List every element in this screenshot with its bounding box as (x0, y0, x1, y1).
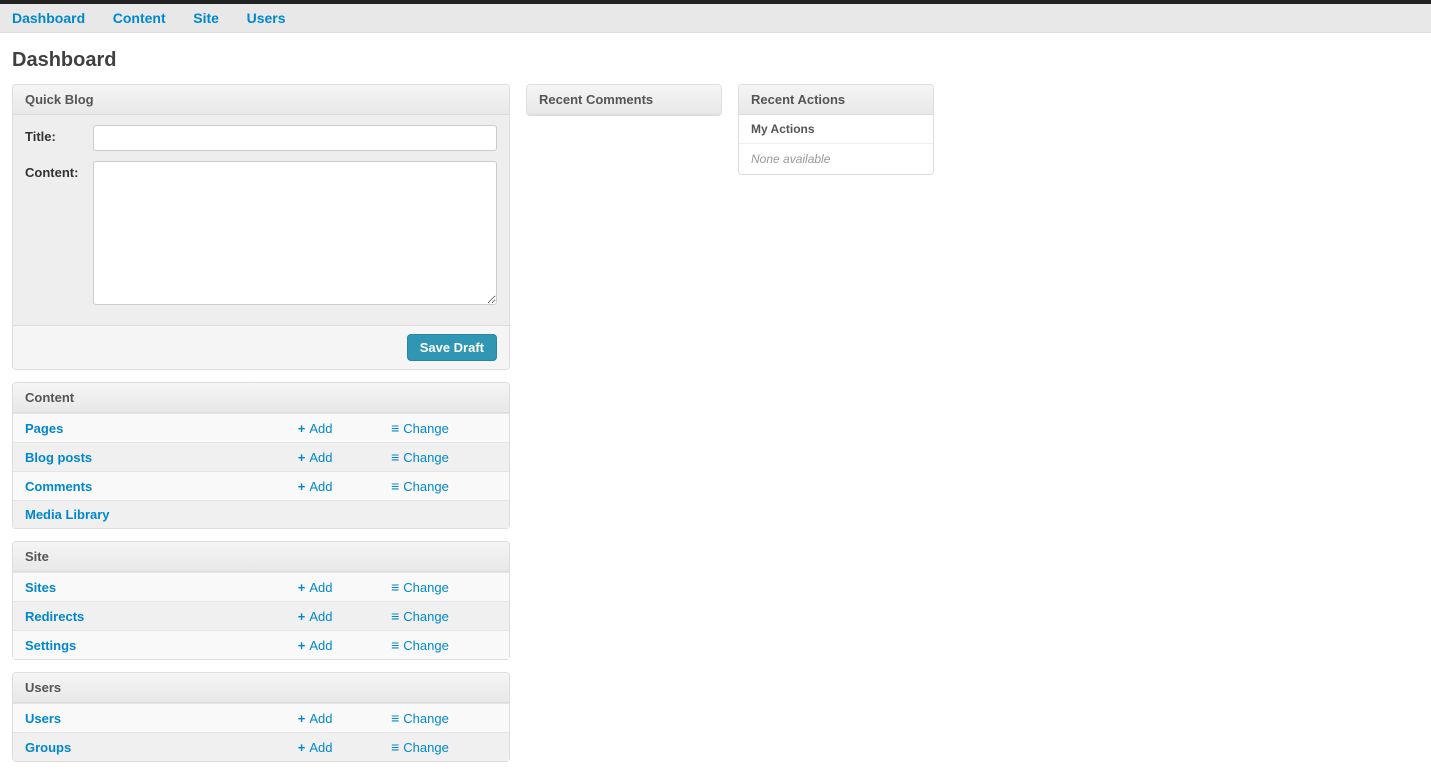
content-section-header: Content (13, 383, 509, 413)
add-comments[interactable]: Add (298, 479, 333, 494)
nav-dashboard[interactable]: Dashboard (12, 10, 85, 26)
save-draft-button[interactable]: Save Draft (407, 334, 497, 361)
add-groups[interactable]: Add (298, 740, 333, 755)
change-redirects[interactable]: Change (391, 609, 449, 624)
change-users[interactable]: Change (391, 711, 449, 726)
plus-icon (298, 421, 310, 436)
table-row: Settings Add Change (13, 631, 509, 660)
table-row: Pages Add Change (13, 414, 509, 443)
link-users[interactable]: Users (25, 711, 61, 726)
change-pages[interactable]: Change (391, 421, 449, 436)
none-available-text: None available (739, 144, 933, 174)
plus-icon (298, 740, 310, 755)
link-groups[interactable]: Groups (25, 740, 71, 755)
recent-comments-panel: Recent Comments (526, 84, 722, 116)
change-comments[interactable]: Change (391, 479, 449, 494)
plus-icon (298, 609, 310, 624)
site-section-panel: Site Sites Add Change Redirects Add Chan… (12, 541, 510, 660)
nav-site[interactable]: Site (193, 10, 219, 26)
add-sites[interactable]: Add (298, 580, 333, 595)
plus-icon (298, 450, 310, 465)
change-settings[interactable]: Change (391, 638, 449, 653)
link-media-library[interactable]: Media Library (25, 507, 110, 522)
list-icon (391, 740, 403, 755)
link-sites[interactable]: Sites (25, 580, 56, 595)
list-icon (391, 711, 403, 726)
my-actions-subheader: My Actions (739, 115, 933, 144)
content-label: Content: (25, 161, 93, 305)
users-section-panel: Users Users Add Change Groups Add Change (12, 672, 510, 762)
users-section-header: Users (13, 673, 509, 703)
list-icon (391, 638, 403, 653)
quick-blog-panel: Quick Blog Title: Content: Save Draft (12, 84, 510, 370)
plus-icon (298, 638, 310, 653)
table-row: Groups Add Change (13, 733, 509, 762)
nav-content[interactable]: Content (113, 10, 166, 26)
plus-icon (298, 479, 310, 494)
change-blog-posts[interactable]: Change (391, 450, 449, 465)
quick-blog-header: Quick Blog (13, 85, 509, 115)
content-textarea[interactable] (93, 161, 497, 305)
plus-icon (298, 711, 310, 726)
link-pages[interactable]: Pages (25, 421, 63, 436)
list-icon (391, 580, 403, 595)
list-icon (391, 479, 403, 494)
link-blog-posts[interactable]: Blog posts (25, 450, 92, 465)
table-row: Users Add Change (13, 704, 509, 733)
content-section-panel: Content Pages Add Change Blog posts Add … (12, 382, 510, 529)
list-icon (391, 450, 403, 465)
link-settings[interactable]: Settings (25, 638, 76, 653)
site-section-header: Site (13, 542, 509, 572)
nav-users[interactable]: Users (247, 10, 286, 26)
title-input[interactable] (93, 125, 497, 151)
list-icon (391, 609, 403, 624)
recent-actions-panel: Recent Actions My Actions None available (738, 84, 934, 175)
title-label: Title: (25, 125, 93, 151)
table-row: Sites Add Change (13, 573, 509, 602)
add-redirects[interactable]: Add (298, 609, 333, 624)
table-row: Media Library (13, 501, 509, 529)
add-blog-posts[interactable]: Add (298, 450, 333, 465)
table-row: Blog posts Add Change (13, 443, 509, 472)
table-row: Redirects Add Change (13, 602, 509, 631)
recent-comments-header: Recent Comments (527, 85, 721, 115)
link-comments[interactable]: Comments (25, 479, 92, 494)
change-sites[interactable]: Change (391, 580, 449, 595)
add-settings[interactable]: Add (298, 638, 333, 653)
add-pages[interactable]: Add (298, 421, 333, 436)
link-redirects[interactable]: Redirects (25, 609, 84, 624)
change-groups[interactable]: Change (391, 740, 449, 755)
recent-actions-header: Recent Actions (739, 85, 933, 115)
table-row: Comments Add Change (13, 472, 509, 501)
page-title: Dashboard (12, 49, 1431, 72)
list-icon (391, 421, 403, 436)
plus-icon (298, 580, 310, 595)
add-users[interactable]: Add (298, 711, 333, 726)
main-nav: Dashboard Content Site Users (0, 4, 1431, 33)
